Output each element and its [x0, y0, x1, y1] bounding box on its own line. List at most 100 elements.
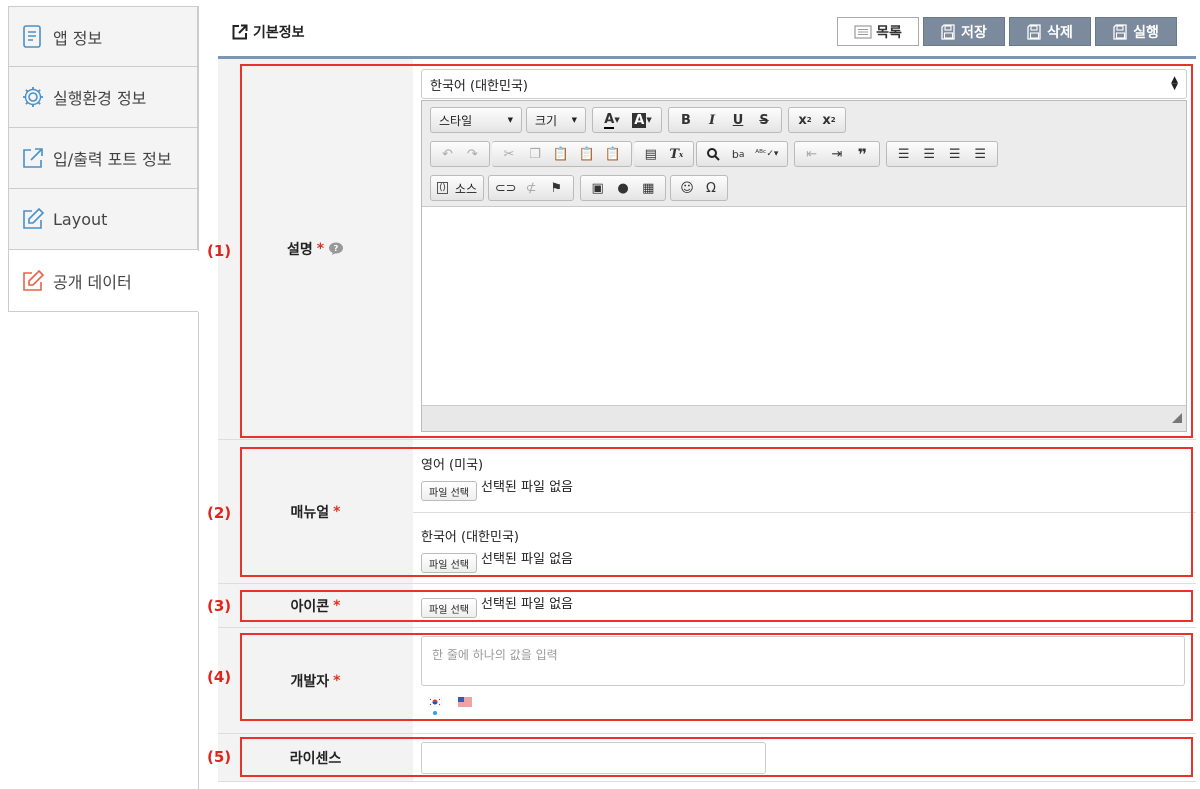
- redo-icon[interactable]: ↷: [460, 143, 485, 165]
- rich-text-editor: 스타일 ▼ 크기 ▼ A ▼ A ▼ B I U S x2 x2 ↶ ↷ ✂ ❐ 📋 📋: [421, 100, 1187, 432]
- delete-button-label: 삭제: [1047, 24, 1073, 41]
- cut-icon[interactable]: ✂: [496, 143, 522, 165]
- copy-icon[interactable]: ❐: [522, 143, 548, 165]
- section-title-text: 기본정보: [253, 25, 305, 41]
- align-justify-icon[interactable]: ☰: [968, 143, 994, 165]
- active-indicator: [433, 711, 437, 715]
- annotation-number: (2): [207, 504, 232, 522]
- sidebar-item-label: Layout: [53, 209, 108, 229]
- file-select-button[interactable]: 파일 선택: [421, 553, 477, 573]
- divider: [198, 6, 199, 251]
- search-icon[interactable]: [701, 143, 726, 165]
- indent-icon[interactable]: ⇥: [824, 143, 849, 165]
- blockquote-icon[interactable]: ❞: [850, 143, 875, 165]
- required-mark: *: [316, 241, 325, 257]
- superscript-icon[interactable]: x2: [817, 109, 841, 131]
- sidebar-item-runtime-info[interactable]: 실행환경 정보: [8, 67, 198, 128]
- external-link-icon: [21, 146, 45, 170]
- sidebar-item-label: 공개 데이터: [53, 272, 132, 292]
- special-char-icon[interactable]: Ω: [699, 177, 723, 199]
- smiley-icon[interactable]: ☺: [675, 177, 699, 199]
- anchor-flag-icon[interactable]: ⚑: [544, 177, 569, 199]
- description-label: 설명 * ?: [218, 59, 413, 439]
- image-icon[interactable]: ▣: [585, 177, 610, 199]
- manual-language-en: 영어 (미국): [421, 458, 484, 473]
- italic-icon[interactable]: I: [699, 109, 725, 131]
- license-input[interactable]: [421, 742, 766, 774]
- divider: [413, 512, 1196, 513]
- file-select-button[interactable]: 파일 선택: [421, 598, 477, 618]
- annotation-number: (4): [207, 668, 232, 686]
- source-button[interactable]: ⟨⟩ 소스: [430, 175, 484, 201]
- undo-icon[interactable]: ↶: [435, 143, 460, 165]
- align-center-icon[interactable]: ☰: [917, 143, 943, 165]
- replace-icon[interactable]: ba: [726, 143, 751, 165]
- section-title: 기본정보: [232, 22, 305, 42]
- icon-label-text: 아이콘: [290, 598, 330, 615]
- developer-label-text: 개발자: [290, 673, 330, 690]
- floppy-icon: [1113, 23, 1129, 40]
- floppy-icon: [941, 23, 957, 40]
- file-status: 선택된 파일 없음: [481, 597, 573, 612]
- unlink-icon[interactable]: ⊄: [518, 177, 543, 199]
- korea-flag-icon[interactable]: [427, 696, 443, 711]
- required-mark: *: [333, 503, 341, 520]
- manual-label: 매뉴얼 *: [218, 440, 413, 583]
- link-group: ⊂⊃ ⊄ ⚑: [488, 175, 574, 201]
- paste-text-icon[interactable]: 📋: [574, 143, 600, 165]
- background-color-icon[interactable]: A ▼: [627, 109, 657, 131]
- sidebar-item-app-info[interactable]: 앱 정보: [8, 6, 198, 67]
- sidebar-item-label: 실행환경 정보: [53, 89, 147, 108]
- save-button-label: 저장: [961, 24, 987, 41]
- developer-placeholder: 한 줄에 하나의 값을 입력: [432, 648, 558, 662]
- developer-textarea[interactable]: 한 줄에 하나의 값을 입력: [421, 636, 1185, 686]
- required-mark: *: [333, 672, 341, 689]
- link-icon[interactable]: ⊂⊃: [493, 177, 518, 199]
- source-icon: ⟨⟩: [437, 182, 449, 194]
- size-combo-label: 크기: [535, 113, 558, 128]
- file-select-button[interactable]: 파일 선택: [421, 481, 477, 501]
- strikethrough-icon[interactable]: S: [751, 109, 777, 131]
- spellcheck-icon[interactable]: ᴬᴮᶜ✓▾: [751, 143, 783, 165]
- resize-handle-icon[interactable]: [1172, 412, 1182, 427]
- edit-icon: [21, 207, 45, 231]
- size-combo[interactable]: 크기 ▼: [526, 107, 586, 133]
- format-group: ▤ Tx: [634, 141, 694, 167]
- description-label-text: 설명: [286, 242, 313, 258]
- sidebar-item-layout[interactable]: Layout: [8, 189, 198, 250]
- subscript-icon[interactable]: x2: [793, 109, 817, 131]
- sidebar-item-public-data[interactable]: 공개 데이터: [8, 250, 198, 312]
- annotation-number: (3): [207, 597, 232, 615]
- run-button[interactable]: 실행: [1095, 17, 1177, 46]
- text-color-icon[interactable]: A ▼: [597, 109, 627, 131]
- flash-icon[interactable]: ●: [610, 177, 635, 199]
- sidebar-item-io-port-info[interactable]: 입/출력 포트 정보: [8, 128, 198, 189]
- required-mark: *: [333, 597, 341, 614]
- list-button[interactable]: 목록: [837, 17, 919, 46]
- paste-word-icon[interactable]: 📋: [600, 143, 626, 165]
- divider: [198, 312, 199, 789]
- save-button[interactable]: 저장: [923, 17, 1005, 46]
- license-label: 라이센스: [218, 734, 413, 781]
- copy-format-icon[interactable]: ▤: [638, 143, 664, 165]
- bold-icon[interactable]: B: [673, 109, 699, 131]
- delete-button[interactable]: 삭제: [1009, 17, 1091, 46]
- style-combo[interactable]: 스타일 ▼: [430, 107, 522, 133]
- paste-icon[interactable]: 📋: [548, 143, 574, 165]
- help-icon[interactable]: ?: [328, 242, 344, 256]
- editor-footer: [422, 405, 1186, 431]
- language-select[interactable]: 한국어 (대한민국) ▲ ▼: [421, 69, 1187, 99]
- underline-icon[interactable]: U: [725, 109, 751, 131]
- remove-format-icon[interactable]: Tx: [664, 143, 690, 165]
- caret-down-icon: ▼: [507, 116, 513, 124]
- file-status: 선택된 파일 없음: [481, 480, 573, 495]
- script-group: x2 x2: [788, 107, 846, 133]
- align-right-icon[interactable]: ☰: [942, 143, 968, 165]
- align-left-icon[interactable]: ☰: [891, 143, 917, 165]
- editor-content-area[interactable]: [422, 207, 1186, 405]
- license-label-text: 라이센스: [289, 750, 342, 767]
- icon-row: 아이콘 *: [218, 584, 1196, 628]
- table-icon[interactable]: ▦: [636, 177, 661, 199]
- us-flag-icon[interactable]: [458, 696, 472, 711]
- outdent-icon[interactable]: ⇤: [799, 143, 824, 165]
